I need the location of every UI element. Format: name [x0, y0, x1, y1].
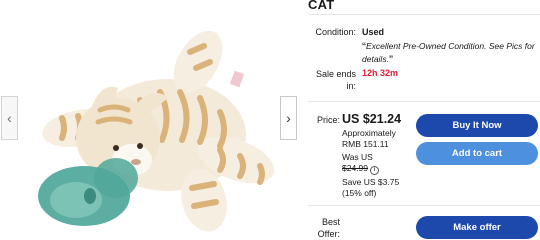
condition-note-text: Excellent Pre-Owned Condition. See Pics …: [362, 41, 535, 64]
was-value: $24.99: [342, 163, 368, 173]
product-image[interactable]: [20, 10, 280, 240]
close-quote: ”: [388, 53, 393, 67]
make-offer-button[interactable]: Make offer: [416, 216, 538, 239]
info-icon[interactable]: i: [370, 166, 379, 175]
was-price: Was US $24.99 i: [342, 152, 412, 175]
image-gallery: ‹ ›: [0, 0, 300, 240]
condition-value: Used: [362, 27, 385, 37]
price-value: US $21.24: [342, 112, 402, 126]
condition-note: “Excellent Pre-Owned Condition. See Pics…: [362, 40, 538, 66]
divider: [308, 101, 540, 102]
add-to-cart-button[interactable]: Add to cart: [416, 142, 538, 165]
divider: [308, 14, 540, 15]
price-label: Price:: [316, 115, 340, 125]
listing-panel: CAT Condition: Used “Excellent Pre-Owned…: [304, 0, 540, 240]
sale-ends-value: 12h 32m: [362, 68, 399, 78]
buy-it-now-button[interactable]: Buy It Now: [416, 114, 538, 137]
approx-price: Approximately RMB 151.11: [342, 128, 396, 149]
cat-plush-illustration: [38, 30, 275, 232]
chevron-left-icon: ‹: [7, 110, 12, 126]
savings-text: Save US $3.75 (15% off): [342, 177, 400, 198]
best-offer-label: Best Offer:: [317, 217, 340, 239]
divider: [308, 205, 540, 206]
condition-label: Condition:: [315, 27, 356, 37]
listing-title: CAT: [308, 0, 335, 12]
gallery-next-button[interactable]: ›: [280, 96, 297, 140]
chevron-right-icon: ›: [286, 110, 291, 126]
sale-ends-label: Sale ends in:: [315, 69, 356, 91]
gallery-prev-button[interactable]: ‹: [1, 96, 18, 140]
was-label: Was US: [342, 152, 373, 162]
